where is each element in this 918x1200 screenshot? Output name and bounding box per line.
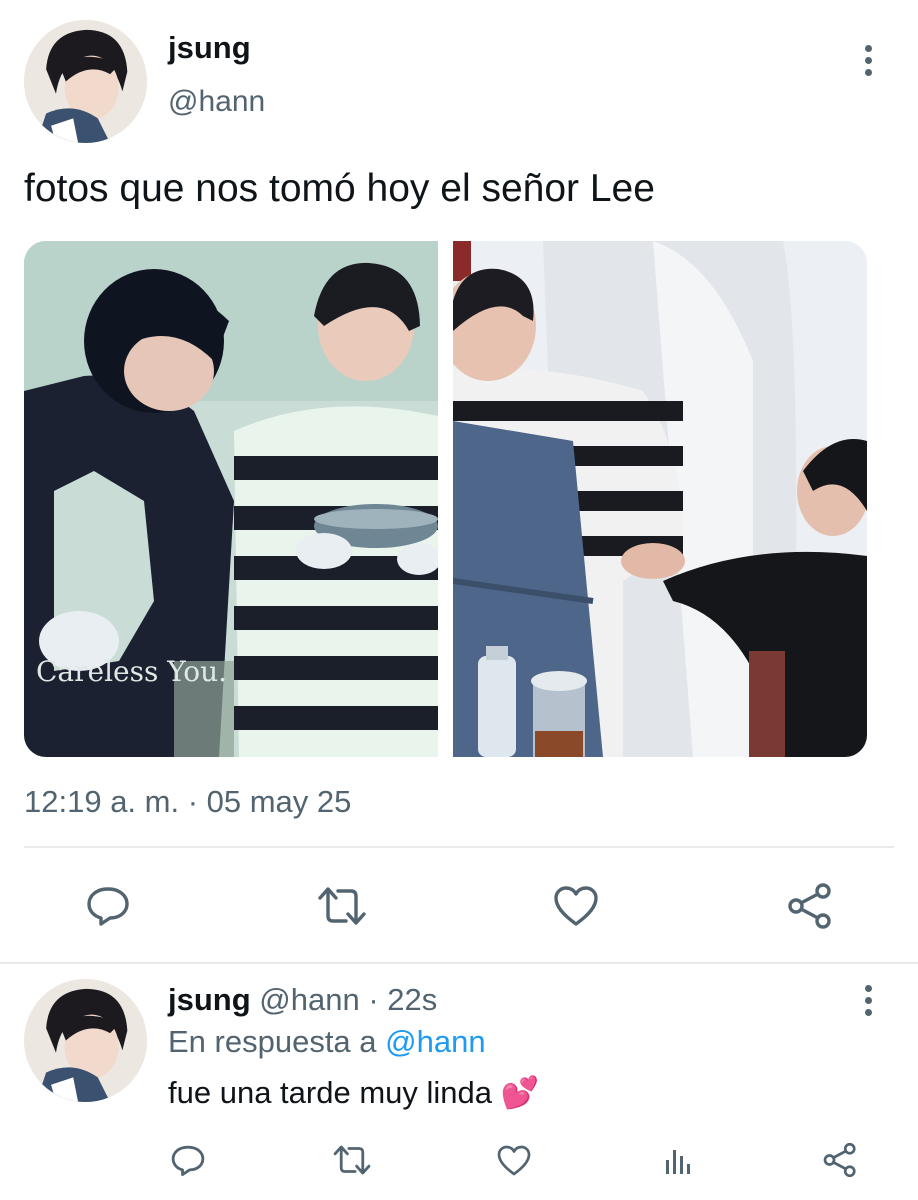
avatar[interactable] bbox=[24, 20, 147, 143]
divider bbox=[24, 846, 894, 848]
reply-button[interactable] bbox=[78, 878, 138, 934]
reply-analytics-button[interactable] bbox=[656, 1140, 700, 1180]
reply-share-button[interactable] bbox=[818, 1140, 862, 1180]
share-button[interactable] bbox=[780, 878, 840, 934]
retweet-icon bbox=[333, 1145, 371, 1175]
retweet-button[interactable] bbox=[312, 878, 372, 934]
tweet-text: fotos que nos tomó hoy el señor Lee bbox=[24, 167, 655, 210]
reply-display-name[interactable]: jsung bbox=[168, 982, 251, 1017]
share-icon bbox=[823, 1142, 856, 1178]
in-reply-to: En respuesta a @hann bbox=[168, 1024, 486, 1060]
divider bbox=[0, 962, 918, 964]
avatar-photo bbox=[24, 20, 147, 143]
reply-text-line: fue una tarde muy linda 💕 bbox=[168, 1074, 539, 1112]
media-grid[interactable]: Careless You. bbox=[24, 241, 867, 757]
reply-icon bbox=[171, 1145, 205, 1176]
avatar-photo bbox=[24, 979, 147, 1102]
reply-text: fue una tarde muy linda bbox=[168, 1075, 492, 1110]
reply-header: jsung @hann · 22s bbox=[168, 982, 437, 1018]
in-reply-handle-link[interactable]: @hann bbox=[385, 1024, 485, 1059]
reply-like-button[interactable] bbox=[492, 1140, 536, 1180]
timestamp[interactable]: 12:19 a. m. · 05 may 25 bbox=[24, 784, 351, 820]
display-name[interactable]: jsung bbox=[168, 30, 251, 66]
two-hearts-emoji: 💕 bbox=[500, 1075, 540, 1110]
reply-icon bbox=[87, 887, 129, 926]
photo-left[interactable]: Careless You. bbox=[24, 241, 438, 757]
analytics-icon bbox=[666, 1150, 690, 1174]
like-icon bbox=[554, 886, 598, 926]
more-options-icon[interactable] bbox=[860, 45, 876, 76]
photo-right[interactable] bbox=[453, 241, 867, 757]
retweet-icon bbox=[318, 887, 366, 925]
reply-avatar[interactable] bbox=[24, 979, 147, 1102]
reply-retweet-button[interactable] bbox=[328, 1140, 376, 1180]
handle[interactable]: @hann bbox=[168, 84, 265, 120]
like-button[interactable] bbox=[546, 878, 606, 934]
in-reply-prefix: En respuesta a bbox=[168, 1024, 377, 1059]
reply-handle-time[interactable]: @hann · 22s bbox=[259, 982, 437, 1017]
reply-more-options-icon[interactable] bbox=[860, 985, 876, 1016]
reply-reply-button[interactable] bbox=[166, 1140, 210, 1180]
shirt-print-text: Careless You. bbox=[36, 655, 227, 688]
like-icon bbox=[497, 1145, 531, 1175]
share-icon bbox=[788, 883, 831, 929]
